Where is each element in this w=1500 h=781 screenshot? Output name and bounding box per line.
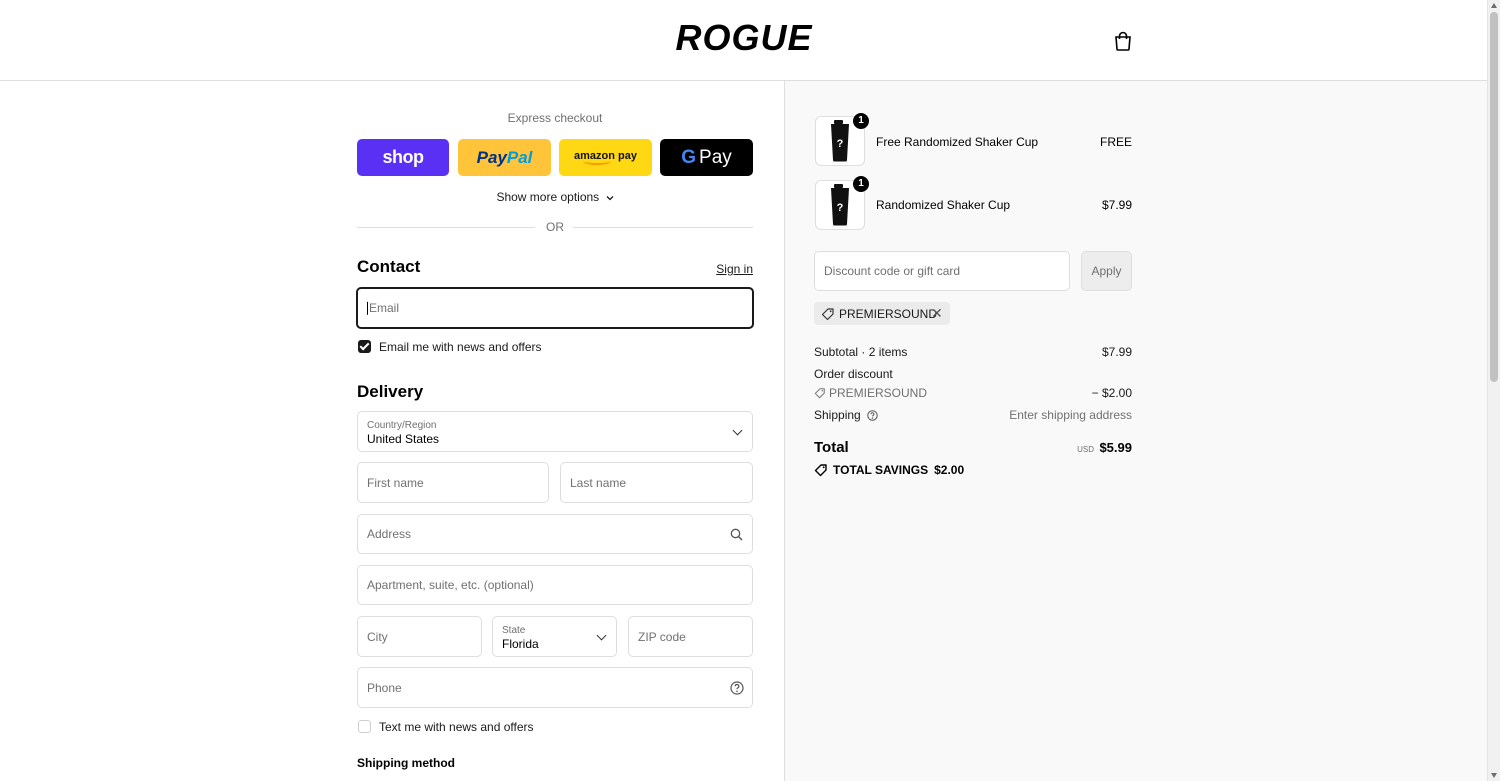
shaker-cup-icon: ? <box>831 120 849 162</box>
zip-code-placeholder: ZIP code <box>638 629 686 644</box>
tag-icon <box>814 388 825 399</box>
apply-discount-button[interactable]: Apply <box>1081 251 1132 291</box>
total-label: Total <box>814 439 849 456</box>
chevron-down-icon <box>606 195 613 201</box>
order-summary-panel <box>784 81 1489 781</box>
help-circle-icon[interactable] <box>867 410 878 422</box>
chevron-down-icon <box>596 630 607 641</box>
google-g-icon: G <box>681 146 697 168</box>
show-more-options-button[interactable]: Show more options <box>357 190 753 204</box>
savings-value: $2.00 <box>934 463 965 477</box>
address-placeholder: Address <box>367 527 412 541</box>
svg-text:?: ? <box>837 138 844 150</box>
discount-value: − $2.00 <box>1091 386 1132 400</box>
sign-in-link[interactable]: Sign in <box>700 262 753 276</box>
text-caret <box>367 302 368 316</box>
header: ROGUE <box>0 0 1488 81</box>
scroll-up-arrow-icon[interactable] <box>1491 3 1497 8</box>
chevron-down-icon <box>732 425 743 436</box>
phone-placeholder: Phone <box>367 680 402 695</box>
discount-placeholder: Discount code or gift card <box>824 264 961 278</box>
page-scrollbar[interactable] <box>1487 0 1500 781</box>
total-value: $5.99 <box>1099 440 1132 455</box>
order-discount-label: Order discount <box>814 367 893 381</box>
show-more-label: Show more options <box>496 190 600 204</box>
apartment-placeholder: Apartment, suite, etc. (optional) <box>367 578 534 592</box>
applied-discount-chip: PREMIERSOUND ✕ <box>814 302 950 325</box>
item-price: $7.99 <box>1101 198 1132 212</box>
contact-title: Contact <box>357 257 421 276</box>
applied-code-text: PREMIERSOUND <box>839 307 938 321</box>
email-placeholder: Email <box>369 300 400 315</box>
email-placeholder-wrap: Email <box>367 300 400 316</box>
scroll-thumb[interactable] <box>1490 12 1498 382</box>
zip-code-field[interactable]: ZIP code <box>628 616 753 657</box>
shaker-cup-icon: ? <box>831 184 849 226</box>
city-placeholder: City <box>367 629 388 644</box>
svg-text:ROGUE: ROGUE <box>675 22 812 54</box>
shipping-label-text: Shipping <box>814 408 861 422</box>
city-field[interactable]: City <box>357 616 482 657</box>
paypal-label-pay: Pay <box>476 147 507 167</box>
paypal-button[interactable]: Pay Pal <box>458 139 551 176</box>
item-name: Free Randomized Shaker Cup <box>876 135 1039 149</box>
shop-pay-label: shop <box>382 147 425 167</box>
first-name-field[interactable]: First name <box>357 462 549 503</box>
total-savings: TOTAL SAVINGS $2.00 <box>833 463 964 477</box>
shop-pay-button[interactable]: shop <box>357 139 449 176</box>
svg-text:?: ? <box>837 202 844 214</box>
state-label: State <box>502 625 526 636</box>
country-value: United States <box>367 432 440 446</box>
google-pay-label: Pay <box>699 146 732 168</box>
search-icon[interactable] <box>730 528 743 541</box>
divider-line-right <box>573 227 753 228</box>
state-value: Florida <box>502 637 539 651</box>
country-label: Country/Region <box>367 420 437 431</box>
remove-discount-close-icon[interactable]: ✕ <box>931 305 943 322</box>
shipping-method-title: Shipping method <box>357 756 455 770</box>
subtotal-label: Subtotal · 2 items <box>814 345 908 359</box>
rogue-logo[interactable]: ROGUE <box>642 22 846 54</box>
email-field[interactable]: Email <box>356 287 754 329</box>
subtotal-value: $7.99 <box>1101 345 1132 359</box>
quantity-badge: 1 <box>853 113 869 129</box>
text-news-label: Text me with news and offers <box>379 720 534 734</box>
state-select[interactable]: State Florida <box>492 616 617 657</box>
savings-label: TOTAL SAVINGS <box>833 463 929 477</box>
item-price: FREE <box>1099 135 1132 149</box>
last-name-field[interactable]: Last name <box>560 462 753 503</box>
first-name-placeholder: First name <box>367 475 424 490</box>
google-pay-button[interactable]: G Pay <box>660 139 753 176</box>
phone-field[interactable]: Phone <box>357 667 753 708</box>
country-select[interactable]: Country/Region United States <box>357 411 753 452</box>
apartment-field[interactable]: Apartment, suite, etc. (optional) <box>357 565 753 605</box>
text-news-checkbox[interactable] <box>358 720 371 733</box>
delivery-title: Delivery <box>357 382 424 401</box>
email-news-checkbox[interactable] <box>358 340 371 353</box>
last-name-placeholder: Last name <box>570 475 627 490</box>
total-currency: USD <box>1077 445 1094 454</box>
shipping-value: Enter shipping address <box>1009 408 1132 422</box>
address-field[interactable]: Address <box>357 514 753 554</box>
help-circle-icon[interactable] <box>730 681 744 695</box>
shopping-bag-icon[interactable] <box>1112 30 1134 52</box>
tag-icon <box>821 308 834 321</box>
discount-code-label: PREMIERSOUND <box>829 386 928 400</box>
quantity-badge: 1 <box>853 176 869 192</box>
item-name: Randomized Shaker Cup <box>876 198 1011 212</box>
tag-icon <box>814 464 827 477</box>
email-news-label: Email me with news and offers <box>379 340 542 354</box>
amazon-pay-button[interactable]: amazon pay <box>559 139 652 176</box>
scroll-down-arrow-icon[interactable] <box>1491 773 1497 778</box>
or-divider: OR <box>357 220 753 236</box>
shipping-label: Shipping <box>814 408 878 422</box>
discount-code-field[interactable]: Discount code or gift card <box>814 251 1070 291</box>
express-checkout-title: Express checkout <box>507 111 603 125</box>
paypal-label-pal: Pal <box>506 147 533 167</box>
amazon-smile-icon <box>582 158 611 165</box>
